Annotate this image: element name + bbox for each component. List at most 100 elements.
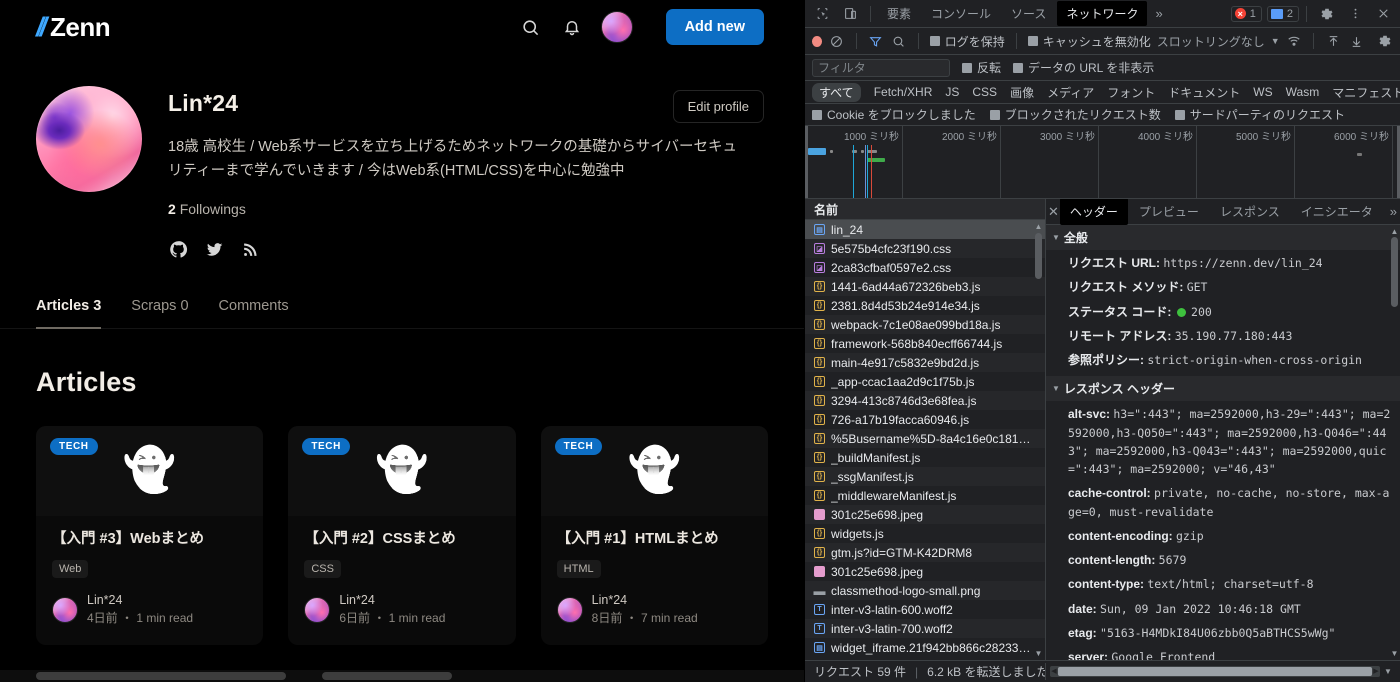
message-count-badge[interactable]: 2 <box>1266 5 1299 22</box>
more-vertical-icon[interactable] <box>1342 2 1368 26</box>
record-button[interactable] <box>812 35 823 47</box>
zenn-logo[interactable]: // Zenn <box>36 13 111 41</box>
avatar[interactable] <box>600 11 633 43</box>
scrollbar-thumb[interactable] <box>36 672 286 680</box>
blocked-requests-checkbox[interactable]: ブロックされたリクエスト数 <box>989 106 1161 123</box>
table-row[interactable]: {} 1441-6ad44a672326beb3.js <box>805 277 1045 296</box>
scroll-right-icon[interactable]: ▶ <box>1372 666 1380 677</box>
close-detail-icon[interactable]: ✕ <box>1048 204 1059 220</box>
table-row[interactable]: {} widgets.js <box>805 524 1045 543</box>
article-tag[interactable]: Web <box>52 560 89 579</box>
type-filter-wasm[interactable]: Wasm <box>1286 85 1320 99</box>
table-row[interactable]: {} 726-a17b19facca60946.js <box>805 410 1045 429</box>
detail-tab-preview[interactable]: プレビュー <box>1129 198 1209 225</box>
requests-list[interactable]: ▤ lin_24 ◪ 5e575b4cfc23f190.css ◪ 2ca83cfba… <box>805 220 1045 660</box>
article-card[interactable]: TECH 👻 【入門 #2】CSSまとめ CSS Lin*24 6日前 ・ 1 … <box>288 425 516 645</box>
scroll-up-icon[interactable]: ▲ <box>1390 227 1399 236</box>
export-har-icon[interactable] <box>1348 32 1365 50</box>
invert-checkbox[interactable]: 反転 <box>962 59 1001 76</box>
tab-network[interactable]: ネットワーク <box>1057 1 1148 26</box>
article-title[interactable]: 【入門 #2】CSSまとめ <box>304 530 499 550</box>
search-icon[interactable] <box>890 32 907 50</box>
overview-left-handle[interactable] <box>805 126 808 198</box>
article-title[interactable]: 【入門 #3】Webまとめ <box>52 530 247 550</box>
more-tabs-icon[interactable]: » <box>1149 6 1168 21</box>
chevron-down-icon[interactable]: ▼ <box>1271 36 1280 46</box>
bell-icon[interactable] <box>560 15 584 39</box>
table-row[interactable]: 301c25e698.jpeg <box>805 562 1045 581</box>
scroll-left-icon[interactable]: ◀ <box>1050 666 1058 677</box>
import-har-icon[interactable] <box>1325 32 1342 50</box>
search-icon[interactable] <box>519 15 543 39</box>
device-toolbar-icon[interactable] <box>837 2 863 26</box>
scroll-down-icon[interactable]: ▼ <box>1034 649 1043 658</box>
general-section-header[interactable]: ▼ 全般 <box>1046 225 1400 251</box>
headers-content[interactable]: ▼ 全般 リクエスト URL: https://zenn.dev/lin_24 … <box>1046 225 1400 660</box>
throttling-select[interactable]: スロットリングなし <box>1157 33 1265 50</box>
type-filter-fetch-xhr[interactable]: Fetch/XHR <box>874 85 933 99</box>
table-row[interactable]: {} webpack-7c1e08ae099bd18a.js <box>805 315 1045 334</box>
followings-count[interactable]: 2 Followings <box>168 201 764 217</box>
article-title[interactable]: 【入門 #1】HTMLまとめ <box>557 530 752 550</box>
table-row[interactable]: {} 3294-413c8746d3e68fea.js <box>805 391 1045 410</box>
avatar[interactable] <box>304 596 331 623</box>
detail-tab-initiator[interactable]: イニシエータ <box>1291 198 1383 225</box>
detail-scrollbar[interactable]: ▲ ▼ <box>1390 227 1399 658</box>
article-author-name[interactable]: Lin*24 <box>87 592 193 610</box>
chevron-down-icon[interactable]: ▼ <box>1380 667 1396 676</box>
table-row[interactable]: {} _ssgManifest.js <box>805 467 1045 486</box>
twitter-icon[interactable] <box>204 239 225 260</box>
table-row[interactable]: {} %5Busername%5D-8a4c16e0c181844e.js <box>805 429 1045 448</box>
type-filter-css[interactable]: CSS <box>972 85 997 99</box>
table-row[interactable]: Tinter-v3-latin-600.woff2 <box>805 600 1045 619</box>
table-row[interactable]: ◪ 2ca83cfbaf0597e2.css <box>805 258 1045 277</box>
scrollbar-thumb[interactable] <box>1035 233 1042 279</box>
table-row[interactable]: ▤ lin_24 <box>805 220 1045 239</box>
edit-profile-button[interactable]: Edit profile <box>672 90 764 123</box>
header-value[interactable]: https://zenn.dev/lin_24 <box>1163 256 1322 270</box>
network-conditions-icon[interactable] <box>1286 32 1303 50</box>
scroll-up-icon[interactable]: ▲ <box>1034 222 1043 231</box>
article-author-name[interactable]: Lin*24 <box>339 592 445 610</box>
table-row[interactable]: Tinter-v3-latin-700.woff2 <box>805 619 1045 638</box>
tab-sources[interactable]: ソース <box>1002 1 1055 26</box>
table-row[interactable]: ▬ classmethod-logo-small.png <box>805 581 1045 600</box>
tab-articles[interactable]: Articles 3 <box>36 294 102 329</box>
response-headers-section-header[interactable]: ▼ レスポンス ヘッダー <box>1046 376 1400 403</box>
table-row[interactable]: {} _app-ccac1aa2d9c1f75b.js <box>805 372 1045 391</box>
table-row[interactable]: {} _middlewareManifest.js <box>805 486 1045 505</box>
article-author-name[interactable]: Lin*24 <box>592 592 698 610</box>
profile-avatar[interactable] <box>36 86 142 192</box>
filter-icon[interactable] <box>868 32 885 50</box>
error-count-badge[interactable]: × 1 <box>1230 5 1262 22</box>
third-party-requests-checkbox[interactable]: サードパーティのリクエスト <box>1174 106 1345 123</box>
type-filter-media[interactable]: メディア <box>1047 84 1094 101</box>
hide-data-urls-checkbox[interactable]: データの URL を非表示 <box>1013 59 1154 76</box>
tab-scraps[interactable]: Scraps 0 <box>131 294 188 329</box>
article-card[interactable]: TECH 👻 【入門 #3】Webまとめ Web Lin*24 4日前 ・ 1 … <box>36 425 264 645</box>
avatar[interactable] <box>52 596 78 623</box>
table-row[interactable]: 301c25e698.jpeg <box>805 505 1045 524</box>
inspect-element-icon[interactable] <box>809 2 835 26</box>
table-row[interactable]: {} _buildManifest.js <box>805 448 1045 467</box>
table-row[interactable]: {} framework-568b840ecff66744.js <box>805 334 1045 353</box>
close-icon[interactable] <box>1370 2 1396 26</box>
tab-console[interactable]: コンソール <box>922 1 1000 26</box>
more-detail-tabs-icon[interactable]: » <box>1384 204 1400 219</box>
detail-tab-response[interactable]: レスポンス <box>1210 198 1290 225</box>
type-filter-all[interactable]: すべて <box>812 82 861 102</box>
page-horizontal-scrollbar[interactable] <box>0 670 804 682</box>
tab-comments[interactable]: Comments <box>219 294 289 329</box>
table-row[interactable]: ▤ widget_iframe.21f942bb866c2823339b839 <box>805 638 1045 657</box>
filter-input[interactable] <box>812 58 950 77</box>
type-filter-font[interactable]: フォント <box>1107 84 1155 101</box>
clear-icon[interactable] <box>828 32 845 50</box>
add-new-button[interactable]: Add new <box>665 9 764 45</box>
type-filter-js[interactable]: JS <box>945 85 959 99</box>
network-overview-timeline[interactable]: 1000 ミリ秒 2000 ミリ秒 3000 ミリ秒 4000 ミリ秒 5000… <box>805 126 1400 199</box>
article-tag[interactable]: CSS <box>304 560 341 579</box>
network-settings-icon[interactable] <box>1376 32 1393 50</box>
type-filter-img[interactable]: 画像 <box>1010 84 1034 101</box>
table-row[interactable]: {} main-4e917c5832e9bd2d.js <box>805 353 1045 372</box>
detail-tab-headers[interactable]: ヘッダー <box>1059 198 1128 225</box>
